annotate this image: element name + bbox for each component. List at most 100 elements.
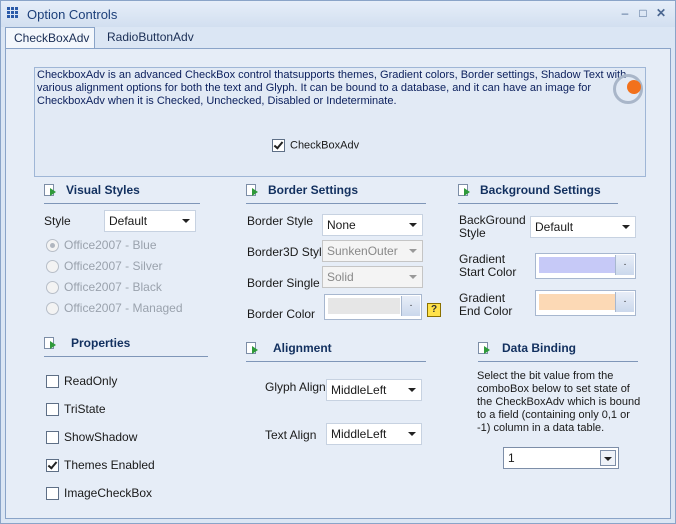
section-icon [478,342,490,354]
checkbox-icon[interactable] [46,403,59,417]
background-style-label: BackGround Style [459,213,526,240]
description-box: CheckboxAdv is an advanced CheckBox cont… [34,67,646,177]
description-text: CheckboxAdv is an advanced CheckBox cont… [37,69,627,107]
checkbox-label: ImageCheckBox [64,486,153,500]
glyph-align-combo[interactable]: MiddleLeft [326,379,422,401]
gradient-end-picker[interactable]: . [535,290,636,316]
chevron-down-icon[interactable] [405,382,419,396]
border-color-picker[interactable]: . [324,294,422,320]
section-icon [246,184,258,196]
chevron-down-icon [406,269,420,283]
gradient-start-label: Gradient Start Color [459,252,517,279]
syncfusion-logo-icon [611,68,645,106]
option-controls-window: Option Controls – □ ✕ CheckBoxAdv RadioB… [0,0,676,524]
checkbox-label: ShowShadow [64,430,138,444]
checkbox-icon[interactable] [46,375,59,389]
gradient-start-picker[interactable]: . [535,253,636,279]
radio-icon [46,239,59,253]
tab-radiobuttonadv[interactable]: RadioButtonAdv [99,27,202,48]
border-style-value: None [327,218,356,232]
glyph-align-value: MiddleLeft [331,383,387,397]
help-icon[interactable]: ? [427,303,441,317]
border-single-value: Solid [327,270,354,284]
window-title: Option Controls [27,7,118,22]
sample-checkboxadv[interactable]: CheckBoxAdv [272,139,359,152]
chevron-down-icon[interactable] [600,450,616,466]
tab-checkboxadv[interactable]: CheckBoxAdv [5,27,95,50]
radio-icon [46,281,59,295]
background-style-value: Default [535,220,574,234]
checkbox-icon[interactable] [272,139,285,152]
section-title: Border Settings [268,183,359,197]
radio-office2007-silver: Office2007 - Silver [46,259,163,274]
checkbox-label: TriState [64,402,106,416]
ellipsis-button[interactable]: . [615,292,634,312]
radio-icon [46,260,59,274]
style-combo[interactable]: Default [104,210,196,232]
section-divider [458,203,618,204]
border3d-style-combo: SunkenOuter [322,240,423,262]
checkbox-icon[interactable] [46,487,59,501]
data-binding-combo[interactable]: 1 [503,447,619,469]
sample-checkbox-label: CheckBoxAdv [290,139,360,152]
section-title: Background Settings [480,183,601,197]
border-color-label: Border Color [247,307,316,321]
maximize-icon[interactable]: □ [636,6,650,20]
ellipsis-button[interactable]: . [615,255,634,275]
section-title: Data Binding [502,341,576,355]
chevron-down-icon[interactable] [406,217,420,231]
style-value: Default [109,214,148,228]
text-align-combo[interactable]: MiddleLeft [326,423,422,445]
section-divider [44,203,200,204]
section-icon [246,342,258,354]
text-align-value: MiddleLeft [331,427,387,441]
border-color-swatch [328,298,400,314]
section-title: Visual Styles [66,183,140,197]
glyph-align-label: Glyph Align [265,380,326,394]
section-title: Properties [71,336,131,350]
ellipsis-button[interactable]: . [401,296,420,316]
background-style-combo[interactable]: Default [530,216,636,238]
checkbox-label: Themes Enabled [64,458,155,472]
border-single-label: Border Single [247,276,320,290]
section-title: Alignment [273,341,332,355]
tristate-checkbox[interactable]: TriState [46,402,106,417]
chevron-down-icon[interactable] [179,213,193,227]
tab-panel: CheckboxAdv is an advanced CheckBox cont… [5,48,671,519]
section-icon [44,184,56,196]
section-icon [44,337,56,349]
gradient-end-swatch [539,294,615,310]
chevron-down-icon[interactable] [619,219,633,233]
data-binding-value: 1 [508,451,515,465]
showshadow-checkbox[interactable]: ShowShadow [46,430,138,445]
readonly-checkbox[interactable]: ReadOnly [46,374,118,389]
checkbox-icon[interactable] [46,459,59,473]
imagecheckbox-checkbox[interactable]: ImageCheckBox [46,486,153,501]
radio-label: Office2007 - Silver [64,259,163,273]
border3d-style-value: SunkenOuter [327,244,398,258]
radio-icon [46,302,59,316]
gradient-end-label: Gradient End Color [459,291,513,318]
checkbox-icon[interactable] [46,431,59,445]
radio-office2007-managed: Office2007 - Managed [46,301,183,316]
style-label: Style [44,214,71,228]
section-icon [458,184,470,196]
border-style-combo[interactable]: None [322,214,423,236]
border-style-label: Border Style [247,214,314,228]
gradient-start-swatch [539,257,615,273]
radio-office2007-black: Office2007 - Black [46,280,162,295]
themes-enabled-checkbox[interactable]: Themes Enabled [46,458,155,473]
app-grid-icon [7,7,19,19]
minimize-icon[interactable]: – [618,6,632,20]
title-bar: Option Controls – □ ✕ [1,1,675,27]
section-divider [246,361,426,362]
section-divider [44,356,208,357]
chevron-down-icon[interactable] [405,426,419,440]
radio-label: Office2007 - Managed [64,301,183,315]
close-icon[interactable]: ✕ [654,6,668,20]
border-single-combo: Solid [322,266,423,288]
radio-label: Office2007 - Black [64,280,162,294]
section-divider [246,203,426,204]
data-binding-instructions: Select the bit value from the comboBox b… [477,370,641,434]
checkbox-label: ReadOnly [64,374,118,388]
